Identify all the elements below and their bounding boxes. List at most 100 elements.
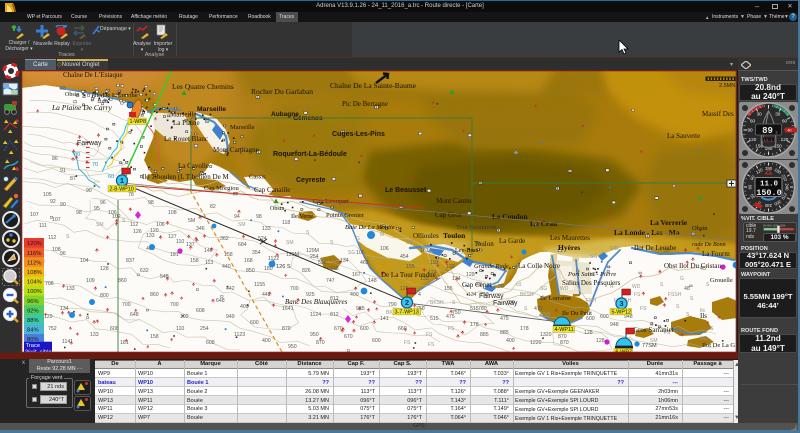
svg-text:102: 102	[112, 214, 121, 220]
svg-text:948: 948	[610, 322, 619, 328]
svg-text:106: 106	[356, 250, 365, 256]
svg-text:100%: 100%	[27, 289, 42, 295]
svg-text:48: 48	[684, 286, 690, 292]
svg-text:SHS: SHS	[540, 312, 551, 318]
svg-text:77SM: 77SM	[642, 343, 657, 349]
svg-text:648: 648	[216, 298, 225, 304]
svg-text:Chaîne De La Sainte-Baume: Chaîne De La Sainte-Baume	[330, 81, 417, 90]
svg-text:Banc Des Blauquières: Banc Des Blauquières	[285, 298, 348, 306]
svg-text:FSSH: FSSH	[668, 292, 682, 298]
svg-text:92: 92	[50, 199, 56, 205]
svg-text:454: 454	[400, 254, 409, 260]
svg-text:109: 109	[86, 278, 95, 284]
svg-text:442: 442	[262, 292, 271, 298]
svg-text:96: 96	[100, 200, 106, 206]
svg-text:FS: FS	[428, 342, 435, 348]
svg-text:FS: FS	[404, 340, 411, 346]
svg-text:2.5MN: 2.5MN	[719, 83, 735, 89]
svg-text:475: 475	[446, 314, 455, 320]
svg-text:Ile Du Petit: Ile Du Petit	[562, 310, 592, 317]
svg-text:Salins Des Pesquiers: Salins Des Pesquiers	[562, 279, 621, 287]
svg-text:925: 925	[356, 306, 365, 312]
svg-text:WD: WD	[632, 284, 641, 290]
svg-text:860: 860	[118, 278, 127, 284]
svg-text:400: 400	[350, 292, 359, 298]
svg-text:137: 137	[186, 242, 195, 248]
svg-text:107: 107	[30, 212, 39, 218]
svg-text:Ceyreste: Ceyreste	[296, 177, 326, 184]
svg-text:608: 608	[206, 340, 215, 346]
svg-text:Ley-Brun: Ley-Brun	[455, 248, 478, 254]
svg-text:134: 134	[452, 276, 461, 282]
svg-text:800: 800	[100, 293, 109, 299]
svg-text:T: T	[380, 258, 383, 264]
svg-text:120: 120	[749, 137, 757, 142]
svg-text:96: 96	[60, 251, 66, 257]
svg-text:128: 128	[584, 330, 593, 336]
svg-text:BKSH: BKSH	[520, 292, 534, 298]
svg-text:92%: 92%	[27, 308, 39, 314]
svg-text:SG: SG	[540, 286, 547, 292]
svg-text:112: 112	[130, 222, 138, 228]
svg-text:126 S: 126 S	[276, 264, 291, 270]
svg-text:148: 148	[330, 266, 339, 272]
svg-text:Pointe Grenier: Pointe Grenier	[326, 212, 365, 219]
svg-text:108%: 108%	[27, 270, 42, 276]
svg-text:78: 78	[128, 192, 134, 198]
svg-text:826: 826	[302, 268, 311, 274]
svg-text:126: 126	[133, 229, 142, 235]
svg-text:885: 885	[500, 330, 509, 336]
svg-text:600: 600	[360, 326, 369, 332]
svg-text:708: 708	[45, 281, 54, 287]
svg-text:178: 178	[470, 322, 479, 328]
svg-text:La Verrerie: La Verrerie	[650, 218, 688, 227]
svg-text:Le Coudon: Le Coudon	[492, 212, 528, 221]
svg-text:70: 70	[92, 162, 98, 168]
svg-text:150.0: 150.0	[756, 188, 782, 198]
svg-text:104: 104	[80, 258, 89, 264]
svg-text:SG: SG	[590, 254, 597, 260]
svg-text:192: 192	[180, 314, 189, 320]
svg-text:Fairway: Fairway	[479, 293, 504, 300]
svg-text:700: 700	[290, 286, 299, 292]
svg-text:FSH: FSH	[586, 298, 596, 304]
svg-text:120: 120	[150, 228, 159, 234]
svg-text:950: 950	[310, 332, 319, 338]
svg-text:SM: SM	[286, 240, 294, 246]
svg-text:168: 168	[244, 258, 253, 264]
svg-text:1220: 1220	[530, 340, 542, 346]
svg-text:Obst Ilot Du Cristau: Obst Ilot Du Cristau	[664, 262, 721, 270]
svg-text:Fairway: Fairway	[493, 300, 518, 307]
svg-text:110: 110	[176, 326, 184, 332]
svg-text:128: 128	[596, 338, 605, 344]
svg-text:608: 608	[110, 326, 119, 332]
svg-text:95: 95	[94, 206, 100, 212]
svg-text:4-WP11: 4-WP11	[555, 327, 574, 333]
svg-text:94: 94	[234, 214, 240, 220]
svg-text:WD: WD	[610, 246, 619, 252]
svg-text:752: 752	[48, 326, 57, 332]
svg-text:104%: 104%	[27, 280, 42, 286]
svg-text:670: 670	[334, 326, 343, 332]
svg-text:780: 780	[478, 306, 487, 312]
svg-text:870: 870	[316, 340, 325, 346]
svg-text:330: 330	[764, 203, 772, 208]
svg-text:c0: c0	[516, 282, 522, 288]
svg-text:La Colle Noire: La Colle Noire	[518, 262, 560, 270]
svg-text:60: 60	[782, 118, 788, 123]
svg-text:90: 90	[747, 128, 753, 133]
svg-text:FS: FS	[426, 332, 433, 338]
svg-text:1: 1	[120, 176, 124, 185]
svg-text:FS: FS	[634, 292, 641, 298]
svg-text:700: 700	[170, 302, 179, 308]
svg-text:Mont Caume: Mont Caume	[436, 197, 473, 205]
svg-text:108: 108	[168, 210, 177, 216]
svg-text:3-7-WP13: 3-7-WP13	[395, 310, 419, 316]
svg-text:Toulon: Toulon	[443, 231, 466, 240]
svg-text:400: 400	[262, 338, 271, 344]
svg-text:167: 167	[352, 272, 361, 278]
svg-text:118: 118	[282, 220, 290, 226]
svg-text:346: 346	[196, 226, 205, 232]
svg-text:5M: 5M	[188, 218, 195, 224]
svg-text:648: 648	[130, 312, 139, 318]
